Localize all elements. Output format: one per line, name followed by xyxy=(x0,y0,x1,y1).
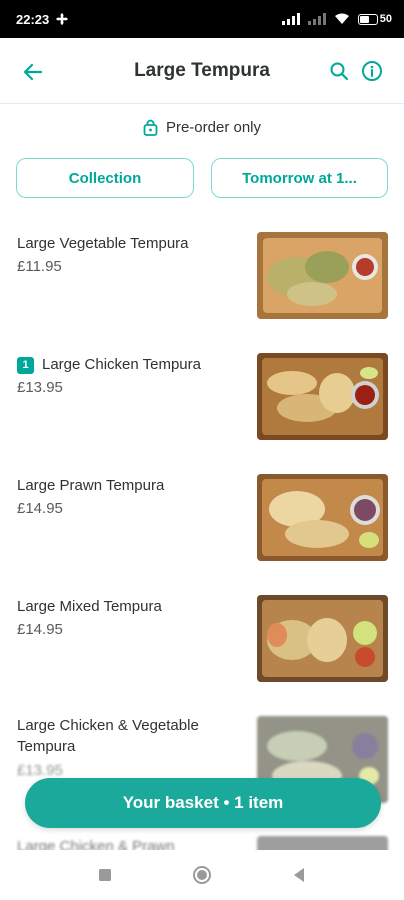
item-name-text: Large Chicken Tempura xyxy=(42,356,201,373)
preorder-label: Pre-order only xyxy=(165,118,262,136)
collection-button[interactable]: Collection xyxy=(16,158,194,198)
item-name: Large Chicken & Vegetable Tempura xyxy=(17,717,199,755)
app-header: Large Tempura xyxy=(0,38,404,104)
item-image xyxy=(257,353,388,440)
item-name: 1 Large Chicken Tempura xyxy=(17,354,257,375)
status-bar: 22:23 50 xyxy=(0,0,404,38)
item-image xyxy=(257,232,388,319)
signal-icon xyxy=(281,13,300,25)
item-image xyxy=(257,595,388,682)
menu-item[interactable]: Large Mixed Tempura £14.95 xyxy=(0,593,404,689)
battery-icon: 50 xyxy=(357,13,392,25)
schedule-button[interactable]: Tomorrow at 1... xyxy=(211,158,388,198)
menu-item[interactable]: 1 Large Chicken Tempura £13.95 xyxy=(0,351,404,447)
wifi-icon xyxy=(334,13,349,24)
fan-icon xyxy=(56,13,69,25)
item-image xyxy=(257,474,388,561)
lock-icon xyxy=(143,119,158,136)
info-button[interactable] xyxy=(359,58,385,84)
recents-icon[interactable] xyxy=(98,868,112,882)
system-nav-bar xyxy=(0,850,404,900)
back-nav-icon[interactable] xyxy=(292,867,306,883)
item-price: £14.95 xyxy=(17,621,63,638)
search-icon xyxy=(330,62,349,81)
info-icon xyxy=(362,61,382,81)
item-name: Large Vegetable Tempura xyxy=(17,235,189,252)
quantity-badge: 1 xyxy=(17,357,34,374)
battery-level: 50 xyxy=(379,13,392,25)
item-name: Large Prawn Tempura xyxy=(17,477,165,494)
menu-item[interactable]: Large Vegetable Tempura £11.95 xyxy=(0,230,404,326)
menu-item[interactable]: Large Prawn Tempura £14.95 xyxy=(0,472,404,568)
search-button[interactable] xyxy=(326,58,352,84)
item-price: £14.95 xyxy=(17,500,63,517)
basket-button[interactable]: Your basket • 1 item xyxy=(25,778,381,828)
preorder-notice: Pre-order only xyxy=(0,118,404,136)
item-price: £13.95 xyxy=(17,762,63,779)
status-time: 22:23 xyxy=(16,11,50,27)
item-name: Large Mixed Tempura xyxy=(17,598,162,615)
home-icon[interactable] xyxy=(192,865,212,885)
item-price: £11.95 xyxy=(17,258,62,275)
signal-2-icon xyxy=(307,13,326,25)
item-price: £13.95 xyxy=(17,379,63,396)
